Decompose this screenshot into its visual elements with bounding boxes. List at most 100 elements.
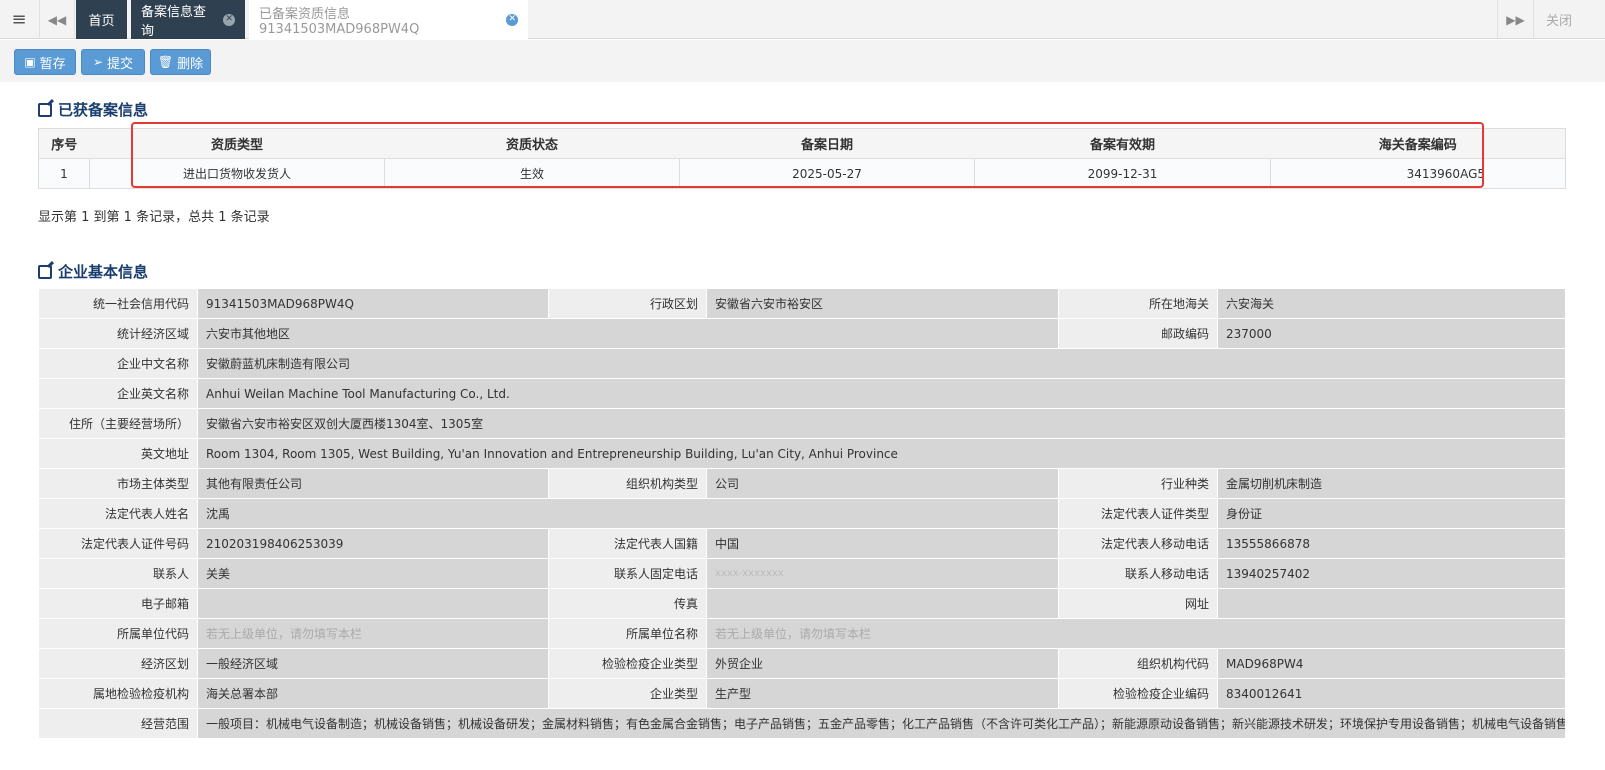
hamburger-icon: ≡ [11,9,27,30]
info-row: 法定代表人姓名 沈禹 法定代表人证件类型 身份证 [38,498,1566,529]
col-header-type[interactable]: 资质类型 [89,128,385,159]
website-field[interactable] [1217,588,1566,619]
action-toolbar: ▣ 暂存 ➢ 提交 🗑 删除 [0,40,1605,82]
legal-mobile-field[interactable]: 13555866878 [1217,528,1566,559]
website-label: 网址 [1058,588,1218,619]
region-field[interactable]: 安徽省六安市裕安区 [706,288,1059,319]
legal-nationality-label: 法定代表人国籍 [548,528,707,559]
parent-name-field[interactable]: 若无上级单位，请勿填写本栏 [706,618,1566,649]
info-row: 企业英文名称 Anhui Weilan Machine Tool Manufac… [38,378,1566,409]
scope-label: 经营范围 [38,708,198,739]
col-header-index[interactable]: 序号 [38,128,90,159]
name-cn-label: 企业中文名称 [38,348,198,379]
customs-field[interactable]: 六安海关 [1217,288,1566,319]
parent-code-label: 所属单位代码 [38,618,198,649]
address-field[interactable]: 安徽省六安市裕安区双创大厦西楼1304室、1305室 [197,408,1566,439]
info-row: 企业中文名称 安徽蔚蓝机床制造有限公司 [38,348,1566,379]
info-row: 电子邮箱 传真 网址 [38,588,1566,619]
econ-zone-label: 统计经济区域 [38,318,198,349]
insp-code-field[interactable]: 8340012641 [1217,678,1566,709]
info-row: 经营范围 一般项目：机械电气设备制造；机械设备销售；机械设备研发；金属材料销售；… [38,708,1566,739]
econ-region-field[interactable]: 一般经济区域 [197,648,549,679]
name-en-field[interactable]: Anhui Weilan Machine Tool Manufacturing … [197,378,1566,409]
close-tabs-menu[interactable]: 关闭 [1546,0,1572,39]
econ-region-label: 经济区划 [38,648,198,679]
scope-field[interactable]: 一般项目：机械电气设备制造；机械设备销售；机械设备研发；金属材料销售；有色金属合… [197,708,1566,739]
legal-name-field[interactable]: 沈禹 [197,498,1059,529]
email-field[interactable] [197,588,549,619]
insp-org-field[interactable]: 海关总署本部 [197,678,549,709]
menu-toggle-button[interactable]: ≡ [0,0,38,39]
info-row: 属地检验检疫机构 海关总署本部 企业类型 生产型 检验检疫企业编码 834001… [38,678,1566,709]
delete-button[interactable]: 🗑 删除 [150,49,211,75]
legal-id-label: 法定代表人证件号码 [38,528,198,559]
contact-mobile-field[interactable]: 13940257402 [1217,558,1566,589]
edit-icon [38,102,52,117]
contact-mobile-label: 联系人移动电话 [1058,558,1218,589]
table-header-row: 序号 资质类型 资质状态 备案日期 备案有效期 海关备案编码 [38,128,1566,159]
fax-label: 传真 [548,588,707,619]
legal-name-label: 法定代表人姓名 [38,498,198,529]
close-tab-icon[interactable]: ✕ [506,13,518,26]
ent-type-field[interactable]: 生产型 [706,678,1059,709]
records-section-title: 已获备案信息 [38,99,148,120]
tab-bar: ≡ ◀◀ 首页 备案信息查询 ✕ 已备案资质信息91341503MAD968PW… [0,0,1605,39]
contact-phone-label: 联系人固定电话 [548,558,707,589]
uscc-field[interactable]: 91341503MAD968PW4Q [197,288,549,319]
info-row: 经济区划 一般经济区域 检验检疫企业类型 外贸企业 组织机构代码 MAD968P… [38,648,1566,679]
company-section-title: 企业基本信息 [38,261,148,282]
tab-registered-qualification[interactable]: 已备案资质信息91341503MAD968PW4Q ✕ [249,0,528,39]
scroll-tabs-left-button[interactable]: ◀◀ [39,0,75,39]
industry-field[interactable]: 金属切削机床制造 [1217,468,1566,499]
info-row: 所属单位代码 若无上级单位，请勿填写本栏 所属单位名称 若无上级单位，请勿填写本… [38,618,1566,649]
legal-nationality-field[interactable]: 中国 [706,528,1059,559]
pagination-info: 显示第 1 到第 1 条记录，总共 1 条记录 [38,210,270,225]
table-row[interactable]: 1 进出口货物收发货人 生效 2025-05-27 2099-12-31 341… [38,158,1566,189]
org-type-label: 组织机构类型 [548,468,707,499]
parent-code-field[interactable]: 若无上级单位，请勿填写本栏 [197,618,549,649]
info-row: 统一社会信用代码 91341503MAD968PW4Q 行政区划 安徽省六安市裕… [38,288,1566,319]
uscc-label: 统一社会信用代码 [38,288,198,319]
address-label: 住所（主要经营场所） [38,408,198,439]
info-row: 统计经济区域 六安市其他地区 邮政编码 237000 [38,318,1566,349]
company-info-table: 统一社会信用代码 91341503MAD968PW4Q 行政区划 安徽省六安市裕… [38,288,1566,739]
name-cn-field[interactable]: 安徽蔚蓝机床制造有限公司 [197,348,1566,379]
col-header-date[interactable]: 备案日期 [679,128,975,159]
double-chevron-right-icon: ▶▶ [1506,12,1525,27]
market-type-field[interactable]: 其他有限责任公司 [197,468,549,499]
paper-plane-icon: ➢ [92,55,104,69]
tab-record-query[interactable]: 备案信息查询 ✕ [131,0,245,39]
col-header-valid-until[interactable]: 备案有效期 [974,128,1271,159]
region-label: 行政区划 [548,288,707,319]
save-draft-button[interactable]: ▣ 暂存 [14,49,76,75]
fax-field[interactable] [706,588,1059,619]
customs-label: 所在地海关 [1058,288,1218,319]
postcode-field[interactable]: 237000 [1217,318,1566,349]
contact-field[interactable]: 关美 [197,558,549,589]
col-header-status[interactable]: 资质状态 [384,128,680,159]
econ-zone-field[interactable]: 六安市其他地区 [197,318,1059,349]
org-code-field[interactable]: MAD968PW4 [1217,648,1566,679]
trash-icon: 🗑 [157,55,174,69]
insp-type-field[interactable]: 外贸企业 [706,648,1059,679]
legal-id-type-field[interactable]: 身份证 [1217,498,1566,529]
info-row: 联系人 关美 联系人固定电话 xxxx-xxxxxxx 联系人移动电话 1394… [38,558,1566,589]
info-row: 英文地址 Room 1304, Room 1305, West Building… [38,438,1566,469]
scroll-tabs-right-button[interactable]: ▶▶ [1497,0,1534,39]
market-type-label: 市场主体类型 [38,468,198,499]
floppy-disk-icon: ▣ [24,55,36,69]
cell-index: 1 [38,158,90,189]
contact-phone-field[interactable]: xxxx-xxxxxxx [706,558,1059,589]
legal-mobile-label: 法定代表人移动电话 [1058,528,1218,559]
parent-name-label: 所属单位名称 [548,618,707,649]
org-type-field[interactable]: 公司 [706,468,1059,499]
contact-label: 联系人 [38,558,198,589]
tab-home[interactable]: 首页 [76,0,127,39]
close-tab-icon[interactable]: ✕ [223,13,235,26]
org-code-label: 组织机构代码 [1058,648,1218,679]
col-header-customs-code[interactable]: 海关备案编码 [1270,128,1566,159]
submit-button[interactable]: ➢ 提交 [81,49,145,75]
legal-id-field[interactable]: 210203198406253039 [197,528,549,559]
ent-type-label: 企业类型 [548,678,707,709]
address-en-field[interactable]: Room 1304, Room 1305, West Building, Yu'… [197,438,1566,469]
